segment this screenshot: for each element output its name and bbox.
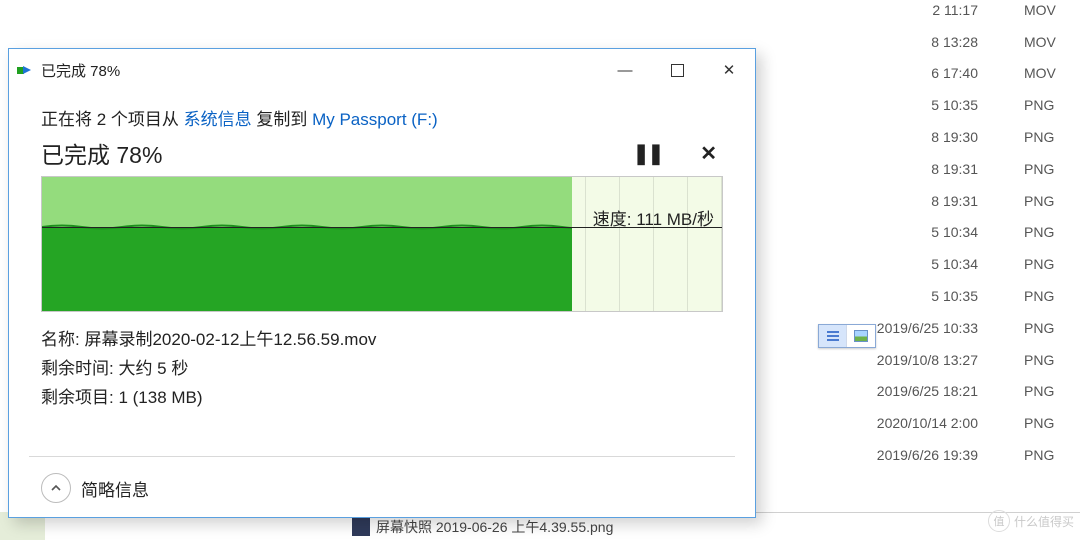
- file-date: 5 10:35: [790, 288, 1024, 304]
- cancel-button[interactable]: ✕: [700, 141, 717, 166]
- close-button[interactable]: ✕: [703, 51, 755, 89]
- minimize-button[interactable]: —: [599, 51, 651, 89]
- time-remaining-label: 剩余时间:: [41, 359, 118, 378]
- file-date: 2019/6/25 18:21: [790, 383, 1024, 399]
- file-type: MOV: [1024, 2, 1080, 18]
- file-type: PNG: [1024, 447, 1080, 463]
- watermark-text: 什么值得买: [1014, 513, 1074, 530]
- table-row[interactable]: 2019/6/25 18:21PNG: [790, 376, 1080, 408]
- table-row[interactable]: 2 11:17MOV: [790, 0, 1080, 26]
- titlebar[interactable]: 已完成 78% — ✕: [9, 49, 755, 91]
- copy-icon: [17, 64, 33, 76]
- file-type: PNG: [1024, 97, 1080, 113]
- copy-mid: 复制到: [252, 110, 312, 129]
- watermark: 值 什么值得买: [988, 510, 1074, 532]
- chart-fill-upper: [42, 177, 572, 227]
- file-type: PNG: [1024, 224, 1080, 240]
- maximize-icon: [671, 64, 684, 77]
- file-date: 5 10:34: [790, 256, 1024, 272]
- table-row[interactable]: 5 10:35PNG: [790, 89, 1080, 121]
- speed-label: 速度: 111 MB/秒: [593, 205, 714, 230]
- view-list-icon[interactable]: [819, 325, 847, 347]
- speed-prefix: 速度:: [593, 210, 636, 229]
- name-value: 屏幕录制2020-02-12上午12.56.59.mov: [84, 330, 376, 349]
- pause-button[interactable]: ❚❚: [633, 141, 663, 166]
- file-type: PNG: [1024, 129, 1080, 145]
- file-date: 2020/10/14 2:00: [790, 415, 1024, 431]
- simple-info-label[interactable]: 简略信息: [81, 476, 149, 501]
- table-row[interactable]: 2019/6/26 19:39PNG: [790, 439, 1080, 471]
- table-row[interactable]: 8 19:30PNG: [790, 121, 1080, 153]
- file-type: PNG: [1024, 320, 1080, 336]
- table-row[interactable]: 8 19:31PNG: [790, 185, 1080, 217]
- copy-description: 正在将 2 个项目从 系统信息 复制到 My Passport (F:): [41, 105, 723, 130]
- file-type: PNG: [1024, 352, 1080, 368]
- file-type: PNG: [1024, 161, 1080, 177]
- items-remaining-value: 1 (138 MB): [118, 388, 202, 407]
- copy-prefix: 正在将 2 个项目从: [41, 110, 184, 129]
- table-row[interactable]: 8 19:31PNG: [790, 153, 1080, 185]
- bottom-file-name: 屏幕快照 2019-06-26 上午4.39.55.png: [376, 517, 613, 537]
- dialog-footer: 简略信息: [41, 473, 149, 503]
- file-type: PNG: [1024, 193, 1080, 209]
- collapse-details-button[interactable]: [41, 473, 71, 503]
- watermark-logo-icon: 值: [988, 510, 1010, 532]
- file-type: PNG: [1024, 256, 1080, 272]
- maximize-button[interactable]: [651, 51, 703, 89]
- view-mode-picker[interactable]: [818, 324, 876, 348]
- window-title: 已完成 78%: [41, 60, 120, 81]
- file-date: 5 10:35: [790, 97, 1024, 113]
- table-row[interactable]: 2019/10/8 13:27PNG: [790, 344, 1080, 376]
- chart-fill-lower: [42, 227, 572, 311]
- time-remaining-value: 大约 5 秒: [118, 359, 188, 378]
- dest-link[interactable]: My Passport (F:): [312, 110, 438, 129]
- source-link[interactable]: 系统信息: [184, 110, 252, 129]
- file-date: 8 13:28: [790, 34, 1024, 50]
- table-row[interactable]: 8 13:28MOV: [790, 26, 1080, 58]
- file-date: 2019/6/26 19:39: [790, 447, 1024, 463]
- file-date: 2 11:17: [790, 2, 1024, 18]
- items-remaining-label: 剩余项目:: [41, 388, 118, 407]
- file-date: 6 17:40: [790, 65, 1024, 81]
- file-date: 8 19:31: [790, 193, 1024, 209]
- speed-value: 111 MB/秒: [636, 210, 714, 229]
- file-type: MOV: [1024, 34, 1080, 50]
- progress-text: 已完成 78%: [41, 136, 162, 170]
- table-row[interactable]: 5 10:35PNG: [790, 280, 1080, 312]
- image-thumbnail-icon: [352, 518, 370, 536]
- file-type: PNG: [1024, 288, 1080, 304]
- file-type: PNG: [1024, 415, 1080, 431]
- chevron-up-icon: [49, 481, 63, 495]
- table-row[interactable]: 5 10:34PNG: [790, 217, 1080, 249]
- minimize-icon: —: [618, 62, 633, 79]
- table-row[interactable]: 6 17:40MOV: [790, 58, 1080, 90]
- file-list: 2 11:17MOV8 13:28MOV6 17:40MOV5 10:35PNG…: [790, 0, 1080, 471]
- view-thumbnails-icon[interactable]: [847, 325, 875, 347]
- file-type: MOV: [1024, 65, 1080, 81]
- file-date: 8 19:31: [790, 161, 1024, 177]
- table-row[interactable]: 5 10:34PNG: [790, 248, 1080, 280]
- table-row[interactable]: 2020/10/14 2:00PNG: [790, 407, 1080, 439]
- close-icon: ✕: [723, 61, 736, 79]
- file-date: 8 19:30: [790, 129, 1024, 145]
- divider: [29, 456, 735, 457]
- copy-meta: 名称: 屏幕录制2020-02-12上午12.56.59.mov 剩余时间: 大…: [41, 326, 723, 413]
- file-date: 2019/10/8 13:27: [790, 352, 1024, 368]
- speed-chart: 速度: 111 MB/秒: [41, 176, 723, 312]
- copy-progress-dialog: 已完成 78% — ✕ 正在将 2 个项目从 系统信息 复制到 My Passp…: [8, 48, 756, 518]
- file-date: 5 10:34: [790, 224, 1024, 240]
- name-label: 名称:: [41, 330, 84, 349]
- file-type: PNG: [1024, 383, 1080, 399]
